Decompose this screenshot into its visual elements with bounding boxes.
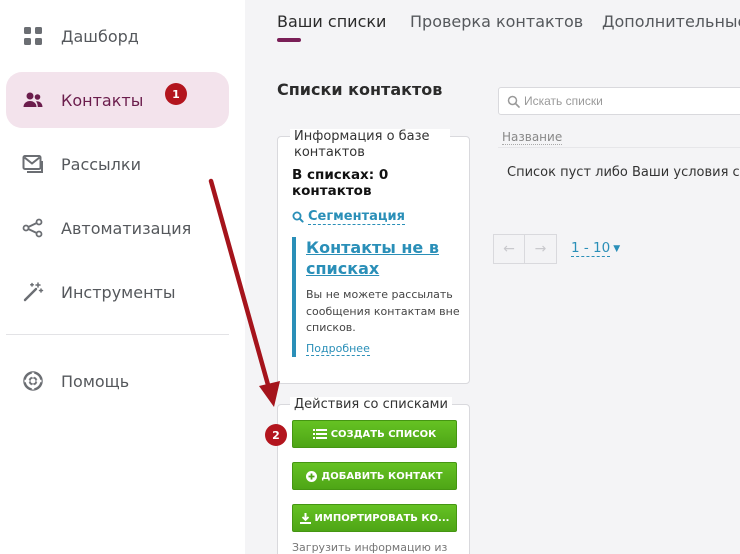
actions-box-legend: Действия со списками	[290, 397, 452, 413]
list-actions-box: Действия со списками СОЗДАТЬ СПИСОК ДОБА…	[277, 397, 470, 554]
sidebar-item-label: Автоматизация	[61, 218, 192, 238]
empty-list-message: Список пуст либо Ваши условия с	[507, 165, 740, 180]
contacts-info-box: Информация о базе контактов В списках: 0…	[277, 129, 470, 384]
grid-icon	[22, 25, 44, 47]
sidebar-item-label: Инструменты	[61, 282, 176, 302]
add-contact-label: ДОБАВИТЬ КОНТАКТ	[321, 470, 443, 482]
sidebar-item-dashboard[interactable]: Дашборд	[6, 8, 229, 64]
page-range-label: 1 - 10	[571, 240, 611, 257]
download-icon	[299, 512, 311, 524]
caret-down-icon: ▼	[613, 244, 621, 254]
search-input[interactable]	[524, 94, 740, 108]
sidebar: Дашборд Контакты 1 Рассылки Автоматизаци…	[0, 0, 245, 554]
upload-hint: Загрузить информацию из	[292, 541, 448, 554]
list-icon	[312, 429, 327, 439]
search-box[interactable]	[498, 87, 740, 115]
search-icon	[292, 211, 304, 223]
users-icon	[22, 89, 44, 111]
sidebar-item-tools[interactable]: Инструменты	[6, 264, 229, 320]
add-contact-button[interactable]: ДОБАВИТЬ КОНТАКТ	[292, 462, 457, 490]
sidebar-item-label: Помощь	[61, 371, 130, 391]
segmentation-link-label: Сегментация	[308, 209, 405, 225]
sidebar-item-mailings[interactable]: Рассылки	[6, 136, 229, 192]
learn-more-link[interactable]: Подробнее	[306, 342, 370, 356]
table-header-line	[498, 147, 740, 148]
tab-your-lists[interactable]: Ваши списки	[277, 12, 386, 31]
sidebar-item-label: Контакты	[61, 90, 144, 110]
prev-page-button[interactable]: ←	[493, 234, 525, 264]
not-in-lists-callout: Контакты не в списках Вы не можете рассы…	[292, 237, 462, 357]
tab-contact-check[interactable]: Проверка контактов	[410, 12, 583, 31]
active-tab-indicator	[277, 38, 301, 42]
sidebar-item-help[interactable]: Помощь	[6, 353, 229, 409]
sidebar-item-automation[interactable]: Автоматизация	[6, 200, 229, 256]
in-lists-count: В списках: 0 контактов	[292, 167, 389, 199]
plus-circle-icon	[306, 470, 318, 482]
main-content: Ваши списки Проверка контактов Дополните…	[245, 0, 740, 554]
column-header-name[interactable]: Название	[502, 130, 563, 145]
create-list-button[interactable]: СОЗДАТЬ СПИСОК	[292, 420, 457, 448]
pagination: ← → 1 - 10 ▼	[493, 234, 620, 264]
not-in-lists-description: Вы не можете рассылать сообщения контакт…	[306, 288, 460, 334]
tab-bar: Ваши списки Проверка контактов Дополните…	[245, 0, 740, 50]
page-title: Списки контактов	[277, 80, 443, 99]
sidebar-item-contacts[interactable]: Контакты 1	[6, 72, 229, 128]
import-contacts-label: ИМПОРТИРОВАТЬ КО...	[314, 512, 450, 524]
sidebar-item-label: Дашборд	[61, 26, 139, 46]
sidebar-item-label: Рассылки	[61, 154, 141, 174]
search-icon	[507, 95, 520, 108]
not-in-lists-link[interactable]: Контакты не в списках	[306, 237, 462, 279]
step-badge: 2	[265, 424, 287, 446]
segmentation-link[interactable]: Сегментация	[292, 209, 405, 225]
mail-icon	[22, 153, 44, 175]
page-size-dropdown[interactable]: 1 - 10 ▼	[571, 241, 620, 257]
notification-badge: 1	[165, 83, 187, 105]
import-contacts-button[interactable]: ИМПОРТИРОВАТЬ КО...	[292, 504, 457, 532]
magic-wand-icon	[22, 281, 44, 303]
share-nodes-icon	[22, 217, 44, 239]
tab-additional[interactable]: Дополнительные	[602, 12, 740, 31]
lifebuoy-icon	[22, 370, 44, 392]
sidebar-divider	[6, 334, 229, 335]
app-root: Дашборд Контакты 1 Рассылки Автоматизаци…	[0, 0, 740, 554]
next-page-button[interactable]: →	[525, 234, 557, 264]
info-box-legend: Информация о базе контактов	[290, 129, 450, 161]
create-list-label: СОЗДАТЬ СПИСОК	[330, 428, 437, 440]
